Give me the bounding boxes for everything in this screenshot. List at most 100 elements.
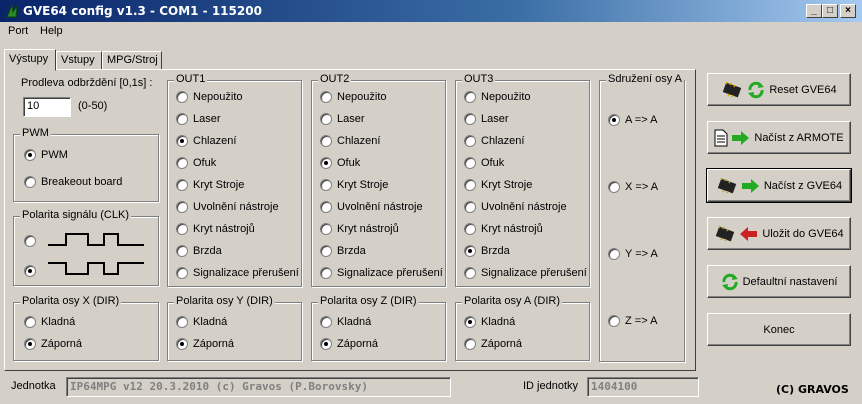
radio-label: Brzda	[481, 245, 510, 257]
prodleva-input[interactable]: 10	[23, 97, 71, 117]
radio-indicator	[320, 338, 332, 350]
maximize-button[interactable]: □	[822, 4, 838, 18]
radio-label: Kladná	[41, 316, 76, 328]
radio-label: Signalizace přerušení	[193, 267, 299, 279]
radio-indicator	[464, 316, 476, 328]
radio-indicator	[608, 181, 620, 193]
dir-z-kladna[interactable]: Kladná	[320, 316, 371, 328]
radio-indicator	[320, 223, 332, 235]
load-gve-button[interactable]: Načíst z GVE64	[706, 168, 852, 203]
dir-a-kladna[interactable]: Kladná	[464, 316, 515, 328]
axis-a-option-a[interactable]: A => A	[608, 114, 657, 126]
tab-vystupy[interactable]: Výstupy	[4, 49, 56, 71]
out2-option[interactable]: Ofuk	[320, 157, 360, 169]
radio-indicator	[24, 176, 36, 188]
out2-option[interactable]: Kryt Stroje	[320, 179, 388, 191]
out2-option[interactable]: Chlazení	[320, 135, 380, 147]
dir-y-kladna[interactable]: Kladná	[176, 316, 227, 328]
clk-polarity-group: Polarita signálu (CLK)	[13, 209, 159, 286]
radio-indicator	[464, 201, 476, 213]
out3-option[interactable]: Uvolnění nástroje	[464, 201, 567, 213]
out1-option[interactable]: Laser	[176, 113, 221, 125]
radio-label: Y => A	[625, 248, 658, 260]
radio-label: X => A	[625, 181, 659, 193]
radio-label: Chlazení	[337, 135, 381, 147]
axis-a-option-y[interactable]: Y => A	[608, 248, 658, 260]
defaults-button[interactable]: Defaultní nastavení	[707, 265, 851, 298]
pwm-group-title: PWM	[20, 127, 51, 139]
out1-option[interactable]: Ofuk	[176, 157, 216, 169]
dir-x-zaporna[interactable]: Záporná	[24, 338, 82, 350]
dir-x-kladna[interactable]: Kladná	[24, 316, 75, 328]
dir-y-group: Polarita osy Y (DIR) Kladná Záporná	[167, 295, 302, 361]
out3-option[interactable]: Brzda	[464, 245, 510, 257]
out2-option[interactable]: Kryt nástrojů	[320, 223, 399, 235]
out2-option[interactable]: Laser	[320, 113, 365, 125]
dir-a-group: Polarita osy A (DIR) Kladná Záporná	[455, 295, 590, 361]
pwm-option-pwm[interactable]: PWM	[24, 149, 68, 161]
load-gve-label: Načíst z GVE64	[763, 179, 843, 192]
out3-option[interactable]: Kryt Stroje	[464, 179, 532, 191]
tab-vstupy[interactable]: Vstupy	[56, 51, 102, 70]
radio-indicator	[176, 157, 188, 169]
dir-a-zaporna[interactable]: Záporná	[464, 338, 522, 350]
save-gve-label: Uložit do GVE64	[762, 227, 844, 240]
clk-option-positive[interactable]	[24, 235, 41, 247]
radio-indicator	[464, 179, 476, 191]
radio-indicator	[176, 338, 188, 350]
out1-option[interactable]: Kryt nástrojů	[176, 223, 255, 235]
out3-option[interactable]: Chlazení	[464, 135, 524, 147]
radio-label: Brzda	[193, 245, 222, 257]
out2-option[interactable]: Nepoužito	[320, 91, 387, 103]
reset-button[interactable]: Reset GVE64	[707, 73, 851, 106]
close-button[interactable]: ×	[840, 4, 856, 18]
radio-label: Ofuk	[337, 157, 361, 169]
window-title: GVE64 config v1.3 - COM1 - 115200	[23, 4, 262, 18]
pwm-option-breakout[interactable]: Breakeout board	[24, 176, 122, 188]
out2-group: OUT2 Nepoužito Laser Chlazení Ofuk Kryt …	[311, 73, 446, 287]
menu-port[interactable]: Port	[8, 25, 28, 37]
radio-label: Záporná	[193, 338, 234, 350]
out1-option[interactable]: Signalizace přerušení	[176, 267, 299, 279]
dir-a-title: Polarita osy A (DIR)	[462, 295, 562, 307]
out3-option[interactable]: Kryt nástrojů	[464, 223, 543, 235]
radio-indicator	[320, 113, 332, 125]
radio-label: Ofuk	[193, 157, 217, 169]
out2-option[interactable]: Signalizace přerušení	[320, 267, 443, 279]
radio-indicator	[464, 223, 476, 235]
radio-indicator	[176, 316, 188, 328]
menu-help[interactable]: Help	[40, 25, 63, 37]
save-gve-button[interactable]: Uložit do GVE64	[707, 217, 851, 250]
radio-indicator	[24, 316, 36, 328]
axis-a-option-z[interactable]: Z => A	[608, 315, 657, 327]
minimize-button[interactable]: _	[806, 4, 822, 18]
load-armote-button[interactable]: Načíst z ARMOTE	[707, 121, 851, 154]
out3-option[interactable]: Signalizace přerušení	[464, 267, 587, 279]
out1-option[interactable]: Chlazení	[176, 135, 236, 147]
radio-indicator	[464, 91, 476, 103]
radio-indicator	[608, 315, 620, 327]
out2-option[interactable]: Uvolnění nástroje	[320, 201, 423, 213]
radio-indicator	[464, 157, 476, 169]
radio-label: Uvolnění nástroje	[193, 201, 279, 213]
out2-option[interactable]: Brzda	[320, 245, 366, 257]
radio-indicator	[24, 235, 36, 247]
tab-mpg-stroj[interactable]: MPG/Stroj	[102, 51, 162, 70]
radio-label: Signalizace přerušení	[337, 267, 443, 279]
radio-label: Kladná	[337, 316, 372, 328]
out3-option[interactable]: Laser	[464, 113, 509, 125]
clk-option-negative[interactable]	[24, 265, 41, 277]
radio-label: Kryt nástrojů	[193, 223, 255, 235]
out1-option[interactable]: Uvolnění nástroje	[176, 201, 279, 213]
dir-y-zaporna[interactable]: Záporná	[176, 338, 234, 350]
radio-indicator	[464, 113, 476, 125]
out1-option[interactable]: Kryt Stroje	[176, 179, 244, 191]
out1-option[interactable]: Brzda	[176, 245, 222, 257]
radio-indicator	[24, 149, 36, 161]
exit-button[interactable]: Konec	[707, 313, 851, 346]
out1-option[interactable]: Nepoužito	[176, 91, 243, 103]
dir-z-zaporna[interactable]: Záporná	[320, 338, 378, 350]
out3-option[interactable]: Nepoužito	[464, 91, 531, 103]
out3-option[interactable]: Ofuk	[464, 157, 504, 169]
axis-a-option-x[interactable]: X => A	[608, 181, 658, 193]
